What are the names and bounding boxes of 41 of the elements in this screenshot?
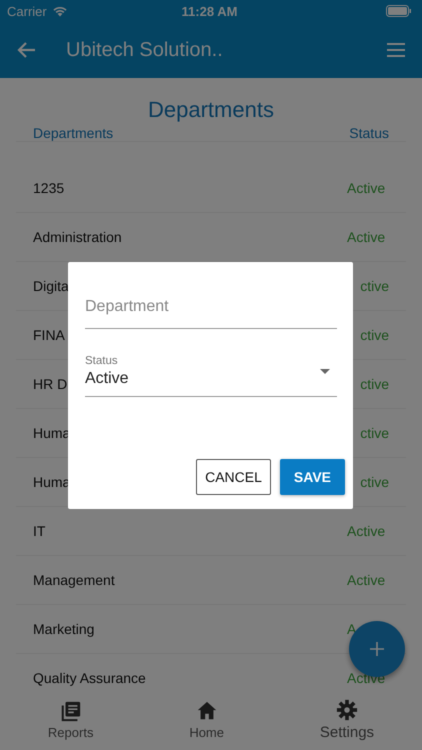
- save-button[interactable]: SAVE: [280, 459, 345, 495]
- nav-tab[interactable]: Home: [183, 698, 230, 742]
- home-icon: [196, 700, 218, 722]
- wifi-icon: [52, 5, 68, 17]
- field-label: Status: [85, 355, 119, 367]
- status-dropdown[interactable]: Status Active: [85, 355, 337, 397]
- status-text: ctive: [360, 376, 389, 392]
- clock-time: 11:28 AM: [182, 4, 238, 18]
- page-title: Departments: [147, 96, 275, 124]
- department-name: FINA: [33, 327, 65, 343]
- column-header: Status: [349, 125, 389, 141]
- back-arrow-icon: [16, 41, 36, 59]
- status-text: Active: [347, 523, 386, 539]
- department-name: Administration: [33, 229, 122, 245]
- department-name: 1235: [33, 180, 64, 196]
- carrier-name: Carrier: [7, 4, 47, 18]
- plus-icon: [369, 641, 385, 657]
- department-name: Management: [33, 572, 115, 588]
- status-text: ctive: [360, 327, 389, 343]
- cancel-button[interactable]: CANCEL: [196, 459, 271, 495]
- status-text: Active: [347, 229, 386, 245]
- department-name: HR D: [33, 376, 68, 392]
- settings-icon: [336, 699, 358, 721]
- app-title: Ubitech Solution..: [66, 38, 224, 62]
- menu-icon: [386, 42, 406, 58]
- field-value: Active: [85, 370, 129, 388]
- documents-icon: [60, 700, 82, 722]
- status-text: ctive: [360, 474, 389, 490]
- status-text: Active: [347, 180, 386, 196]
- department-name: Quality Assurance: [33, 670, 146, 686]
- status-text: ctive: [360, 278, 389, 294]
- department-name: Marketing: [33, 621, 94, 637]
- battery-icon: [386, 5, 412, 17]
- column-header: Departments: [33, 125, 114, 141]
- department-name: Digita: [33, 278, 69, 294]
- nav-tab[interactable]: Settings: [314, 697, 380, 743]
- dropdown-caret-icon: [320, 369, 330, 374]
- nav-tab[interactable]: Reports: [42, 698, 100, 742]
- status-text: Active: [347, 572, 386, 588]
- department-name: IT: [33, 523, 46, 539]
- status-text: ctive: [360, 425, 389, 441]
